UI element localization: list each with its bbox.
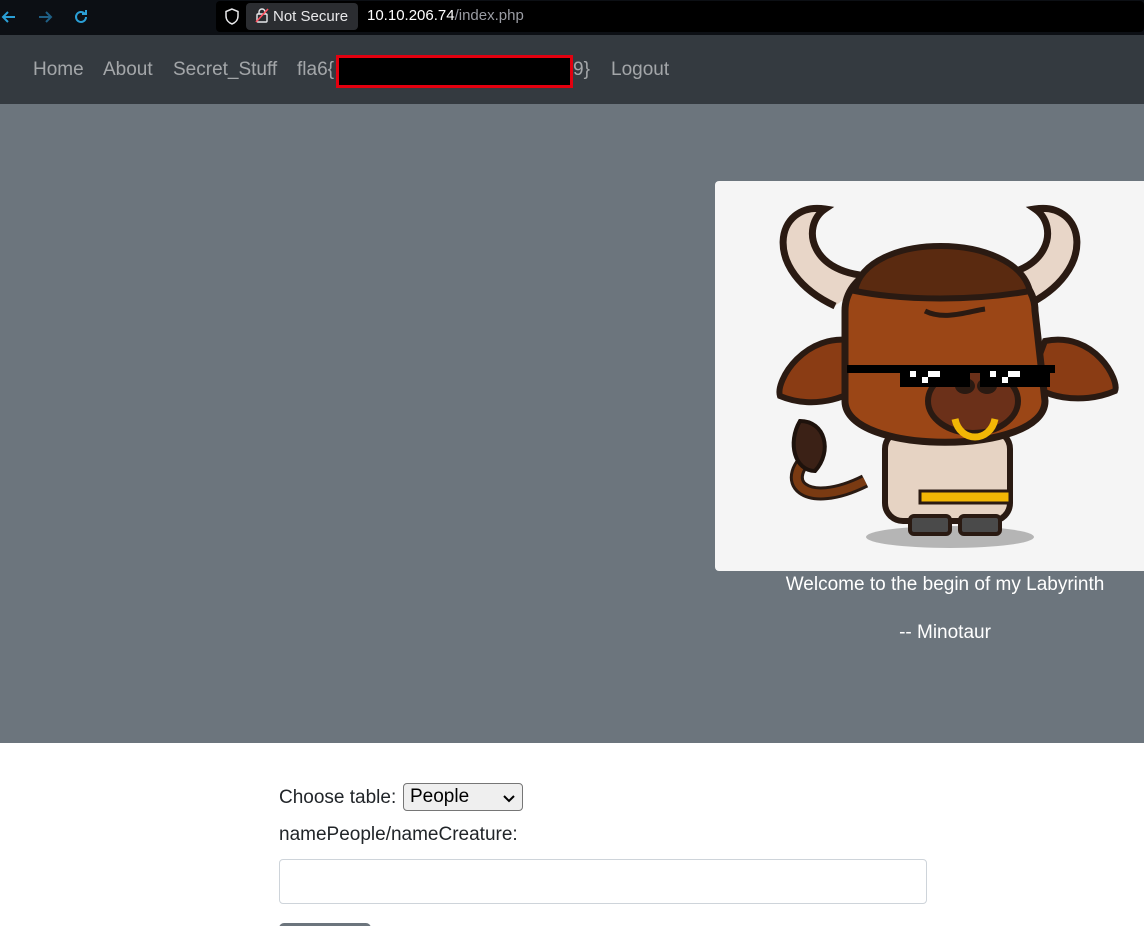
nav-flag-suffix[interactable]: 9}	[573, 59, 590, 81]
not-secure-badge[interactable]: Not Secure	[246, 3, 358, 30]
minotaur-image	[715, 181, 1144, 571]
back-arrow-icon[interactable]	[0, 5, 21, 29]
hero-section: Welcome to the begin of my Labyrinth -- …	[0, 104, 1144, 743]
chevron-down-icon	[502, 789, 516, 811]
nav-secret-stuff-link[interactable]: Secret_Stuff	[173, 59, 277, 81]
name-input[interactable]	[279, 859, 927, 904]
minotaur-cartoon-icon	[776, 204, 1119, 548]
url-host: 10.10.206.74	[367, 7, 455, 24]
choose-table-label: Choose table:	[279, 787, 397, 808]
nav-flag-prefix[interactable]: fla6{	[297, 59, 334, 81]
forward-arrow-icon[interactable]	[33, 5, 57, 29]
not-secure-label: Not Secure	[273, 8, 349, 25]
name-field-label: namePeople/nameCreature:	[279, 824, 518, 845]
nav-logout-link[interactable]: Logout	[611, 59, 669, 81]
reload-icon[interactable]	[69, 5, 93, 29]
address-bar[interactable]: Not Secure 10.10.206.74/index.php	[216, 1, 1144, 32]
insecure-lock-icon	[255, 7, 269, 27]
table-select-value: People	[410, 786, 470, 807]
site-navbar: Home About Secret_Stuff fla6{ 9} Logout	[0, 35, 1144, 104]
nav-about-link[interactable]: About	[103, 59, 153, 81]
browser-toolbar: Not Secure 10.10.206.74/index.php	[0, 0, 1144, 35]
signature-text: -- Minotaur	[899, 622, 991, 643]
url-text[interactable]: 10.10.206.74/index.php	[367, 7, 524, 24]
welcome-text: Welcome to the begin of my Labyrinth	[785, 574, 1105, 595]
url-path: /index.php	[454, 7, 524, 24]
flag-redaction-box	[336, 55, 573, 88]
table-select[interactable]: People	[403, 783, 523, 811]
nav-home-link[interactable]: Home	[33, 59, 84, 81]
shield-icon	[224, 8, 240, 30]
